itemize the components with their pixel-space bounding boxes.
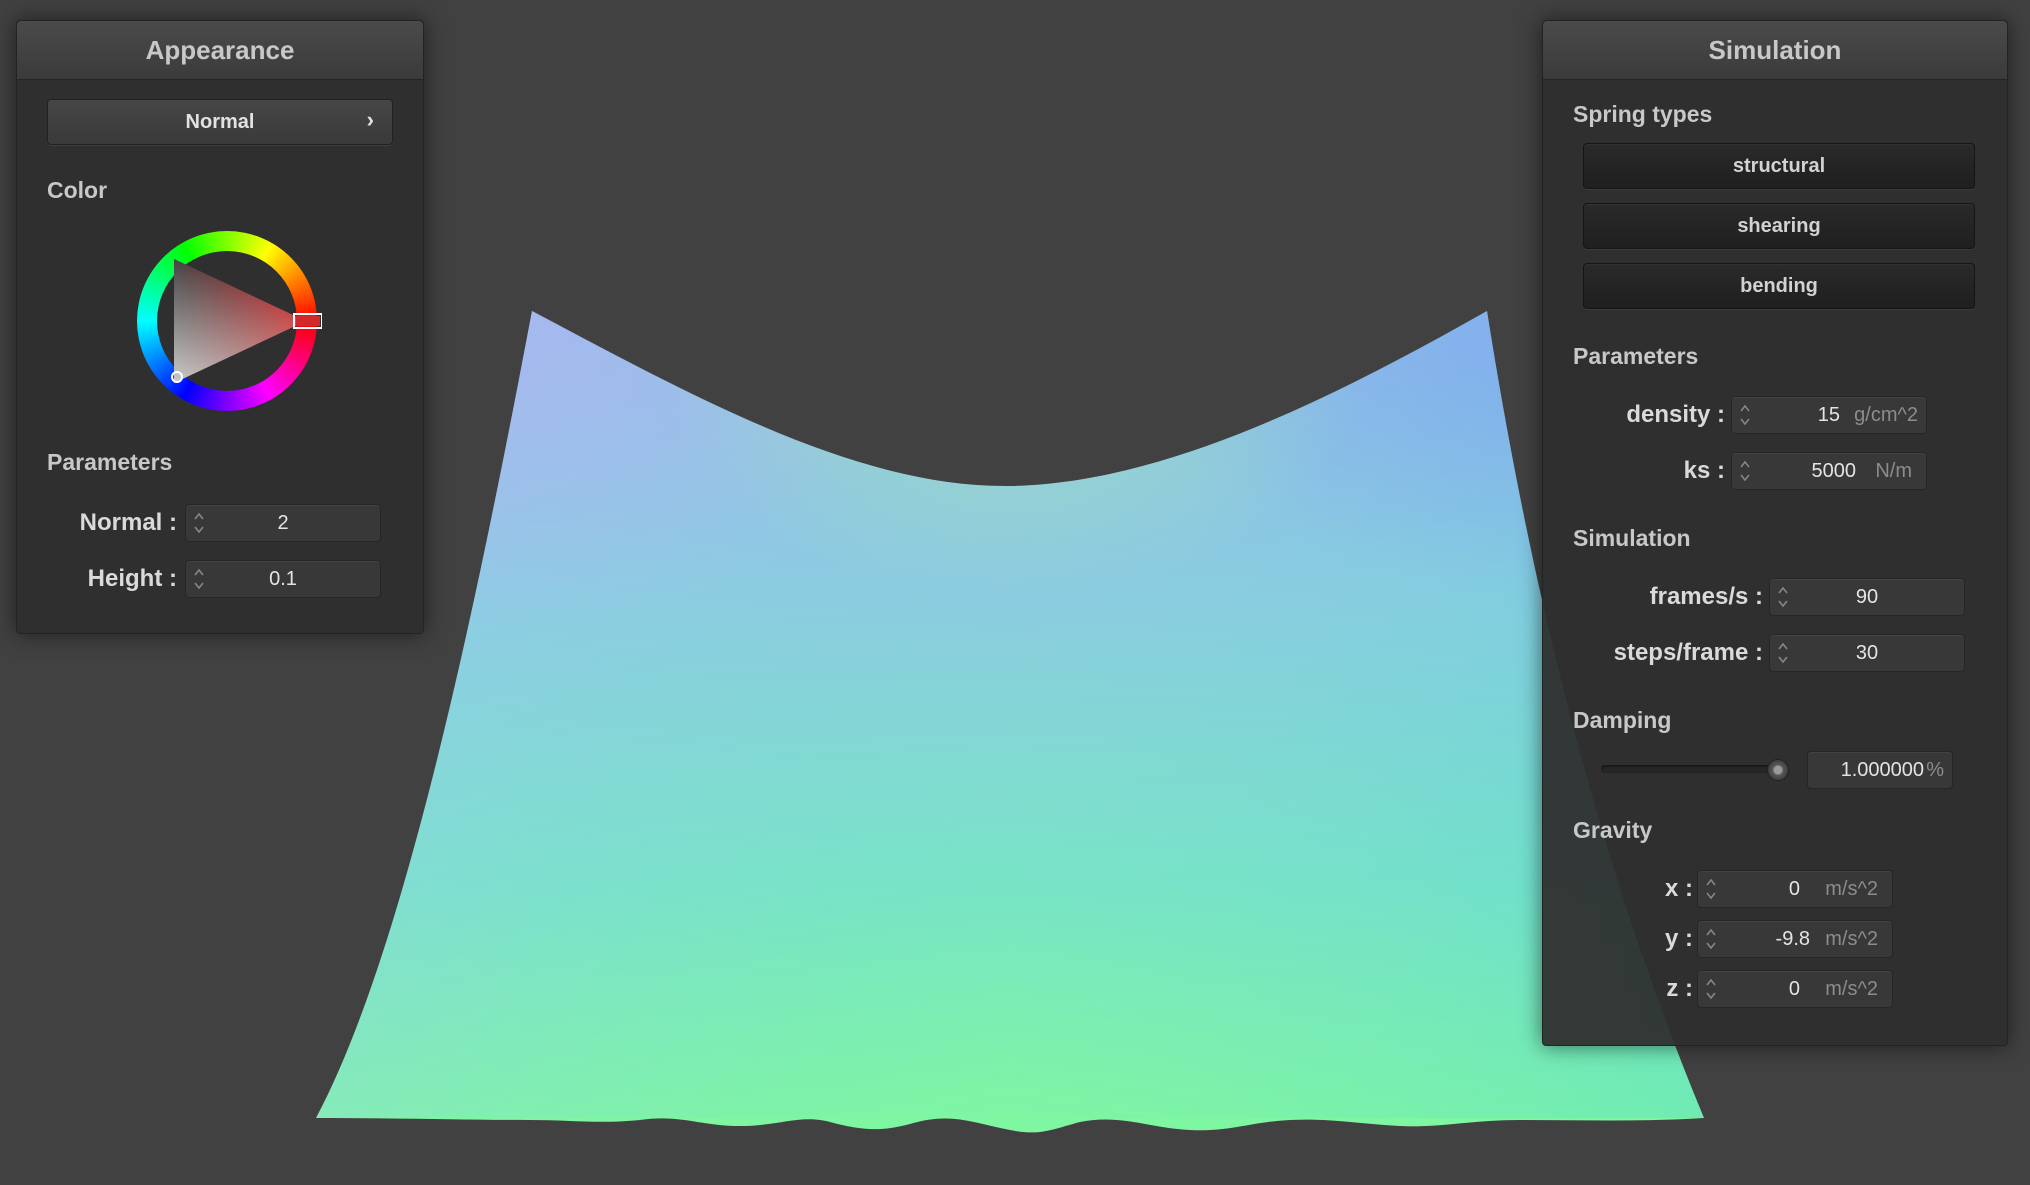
gravity-z-value: 0 [1788, 978, 1800, 1000]
simulation-section-label: Simulation [1573, 525, 1691, 551]
slider-track [1601, 765, 1781, 773]
shading-mode-label: Normal [185, 111, 255, 133]
damping-value-field[interactable]: 1.000000 % [1807, 751, 1953, 789]
color-wheel[interactable] [132, 226, 323, 416]
gravity-z-label: z : [1666, 975, 1693, 1002]
spin-arrows-icon[interactable] [1704, 874, 1718, 904]
ks-value: 5000 [1811, 460, 1857, 482]
normal-spinbox[interactable]: 2 [185, 504, 381, 542]
chevron-right-icon: › [366, 107, 374, 132]
frames-per-second-value: 90 [1855, 586, 1879, 608]
panel-title[interactable]: Simulation [1543, 21, 2007, 80]
gravity-y-value: -9.8 [1775, 928, 1810, 950]
density-unit: g/cm^2 [1854, 404, 1918, 426]
spin-arrows-icon[interactable] [1704, 924, 1718, 954]
height-spinbox[interactable]: 0.1 [185, 560, 381, 598]
damping-slider[interactable] [1601, 759, 1791, 781]
gravity-x-spinbox[interactable]: 0 m/s^2 [1697, 870, 1893, 908]
shading-mode-button[interactable]: Normal › [47, 99, 393, 145]
height-label: Height : [87, 565, 177, 592]
gravity-label: Gravity [1573, 817, 1653, 843]
ks-unit: N/m [1875, 460, 1912, 482]
structural-button[interactable]: structural [1583, 143, 1975, 189]
frames-per-second-spinbox[interactable]: 90 [1769, 578, 1965, 616]
steps-per-frame-value: 30 [1855, 642, 1879, 664]
simulation-panel: Simulation Spring types structural shear… [1542, 20, 2008, 1046]
spin-arrows-icon[interactable] [1704, 974, 1718, 1004]
density-label: density : [1626, 401, 1725, 428]
damping-unit: % [1926, 759, 1944, 781]
simulation-parameters-label: Parameters [1573, 343, 1699, 369]
steps-per-frame-label: steps/frame : [1613, 639, 1763, 666]
normal-value: 2 [277, 512, 289, 534]
spin-arrows-icon[interactable] [1738, 456, 1752, 486]
gravity-y-unit: m/s^2 [1825, 928, 1878, 950]
ks-label: ks : [1683, 457, 1725, 484]
ks-spinbox[interactable]: 5000 N/m [1731, 452, 1927, 490]
normal-label: Normal : [79, 509, 177, 536]
appearance-parameters-label: Parameters [47, 449, 173, 475]
gravity-x-value: 0 [1788, 878, 1800, 900]
frames-per-second-label: frames/s : [1649, 583, 1763, 610]
steps-per-frame-spinbox[interactable]: 30 [1769, 634, 1965, 672]
density-value: 15 [1817, 404, 1840, 426]
density-spinbox[interactable]: 15 g/cm^2 [1731, 396, 1927, 434]
height-value: 0.1 [269, 568, 297, 590]
gravity-z-unit: m/s^2 [1825, 978, 1878, 1000]
gravity-x-unit: m/s^2 [1825, 878, 1878, 900]
color-wheel-icon [132, 226, 323, 416]
gravity-x-label: x : [1664, 875, 1693, 902]
gravity-y-spinbox[interactable]: -9.8 m/s^2 [1697, 920, 1893, 958]
color-section-label: Color [47, 177, 108, 203]
panel-title[interactable]: Appearance [17, 21, 423, 80]
gravity-z-spinbox[interactable]: 0 m/s^2 [1697, 970, 1893, 1008]
appearance-panel: Appearance Normal › Color Parameters Nor… [16, 20, 424, 634]
shearing-button[interactable]: shearing [1583, 203, 1975, 249]
spring-types-label: Spring types [1573, 101, 1713, 127]
damping-value: 1.000000 [1840, 759, 1924, 781]
damping-label: Damping [1573, 707, 1672, 733]
gravity-y-label: y : [1664, 925, 1693, 952]
spin-arrows-icon[interactable] [1738, 400, 1752, 430]
slider-knob[interactable] [1767, 759, 1789, 781]
bending-button[interactable]: bending [1583, 263, 1975, 309]
